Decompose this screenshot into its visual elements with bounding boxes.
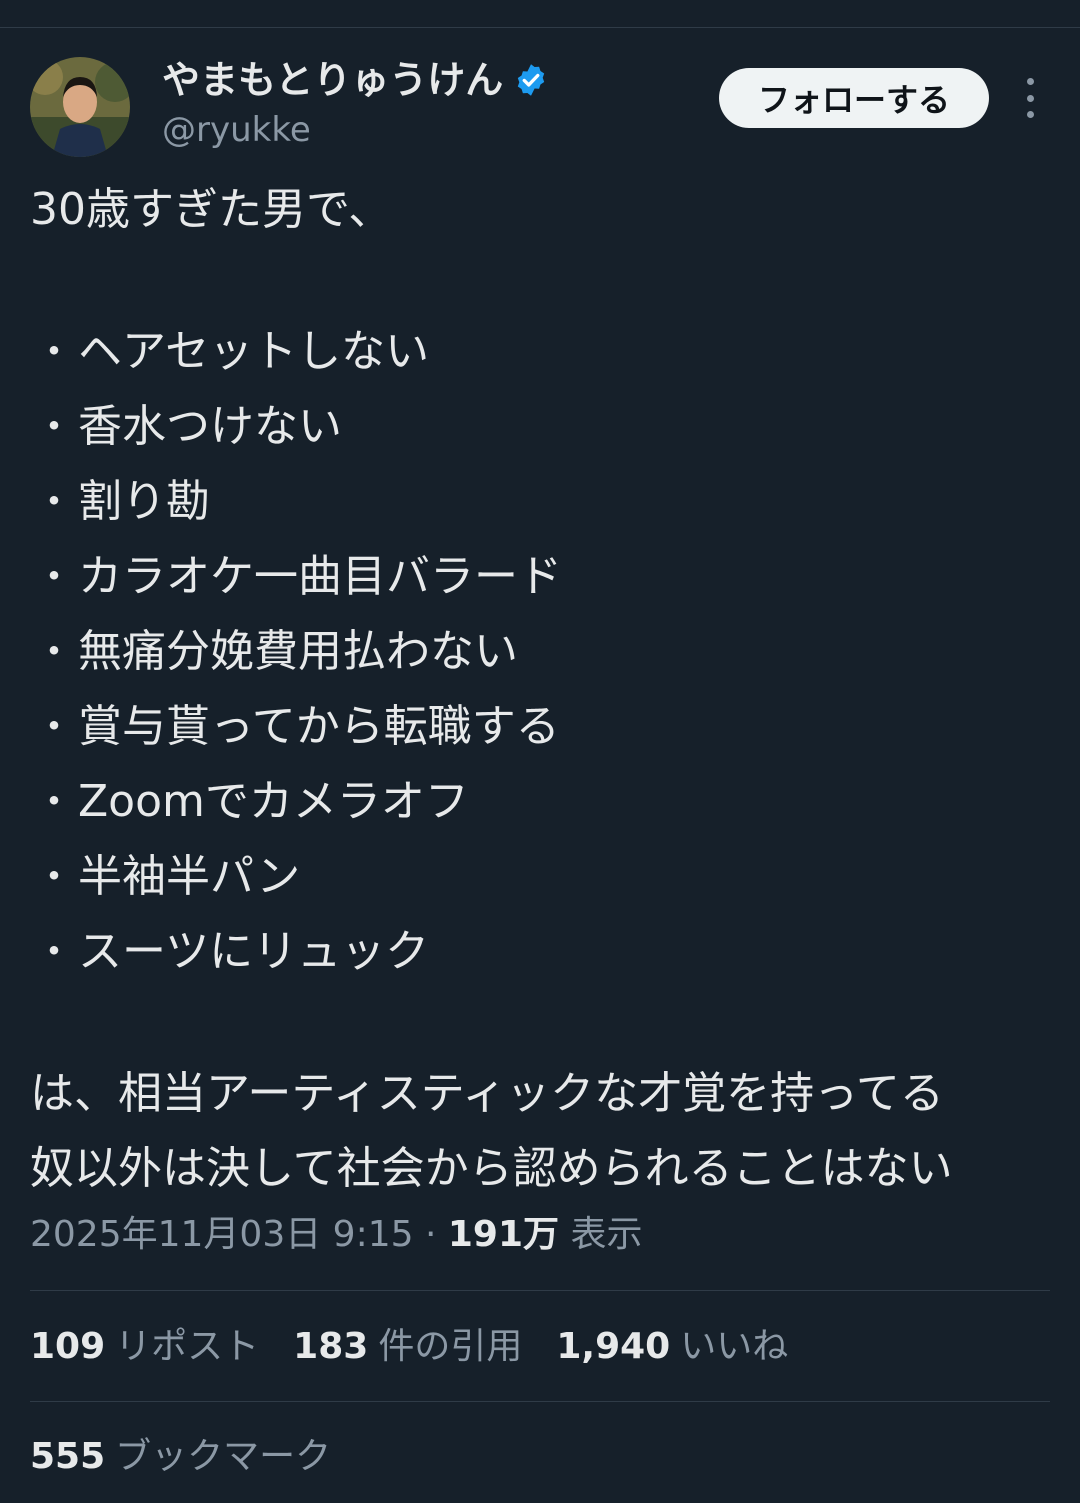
tweet-outro-line: は、相当アーティスティックな才覚を持ってる xyxy=(30,1068,944,1119)
bookmarks-stat[interactable]: 555 ブックマーク xyxy=(30,1432,331,1482)
bullet-marker: ・ xyxy=(34,928,74,975)
bullet-marker: ・ xyxy=(34,553,74,600)
bullet-marker: ・ xyxy=(34,703,74,750)
likes-label: いいね xyxy=(680,1326,789,1367)
list-item: ・ヘアセットしない xyxy=(30,314,562,389)
list-item-text: カラオケ一曲目バラード xyxy=(78,550,562,602)
divider xyxy=(30,1401,1050,1402)
bullet-marker: ・ xyxy=(34,478,74,525)
list-item-text: 半袖半パン xyxy=(78,850,301,902)
list-item: ・ Zoomでカメラオフ xyxy=(30,764,562,839)
list-item-text: 無痛分娩費用払わない xyxy=(78,625,518,677)
tweet-bullet-list: ・ヘアセットしない ・香水つけない ・割り勘 ・カラオケ一曲目バラード ・無痛分… xyxy=(30,314,562,989)
list-item-text: スーツにリュック xyxy=(78,925,430,977)
bookmarks-label: ブックマーク xyxy=(115,1436,332,1477)
top-divider xyxy=(0,27,1080,28)
avatar[interactable] xyxy=(30,57,130,157)
reposts-stat[interactable]: 109 リポスト xyxy=(30,1322,259,1372)
list-item: ・賞与貰ってから転職する xyxy=(30,689,562,764)
verified-badge-icon xyxy=(513,62,549,98)
divider xyxy=(30,1290,1050,1291)
views-count: 191万 xyxy=(447,1214,560,1255)
list-item: ・スーツにリュック xyxy=(30,914,562,989)
tweet-intro-text: 30歳すぎた男で、 xyxy=(30,184,393,235)
author-name-row: やまもとりゅうけん xyxy=(162,56,549,104)
bullet-marker: ・ xyxy=(34,853,74,900)
tweet-outro-line: 奴以外は決して社会から認められることはない xyxy=(30,1143,953,1194)
quotes-stat[interactable]: 183 件の引用 xyxy=(293,1322,522,1372)
likes-count: 1,940 xyxy=(556,1326,671,1367)
meta-separator: · xyxy=(413,1214,448,1255)
avatar-image xyxy=(30,57,130,157)
reposts-label: リポスト xyxy=(115,1326,260,1367)
list-item-text: 賞与貰ってから転職する xyxy=(78,700,560,752)
views-label: 表示 xyxy=(570,1214,643,1255)
author-handle[interactable]: @ryukke xyxy=(162,108,311,152)
list-item-text: 割り勘 xyxy=(78,475,210,527)
author-display-name[interactable]: やまもとりゅうけん xyxy=(162,56,503,104)
bookmarks-count: 555 xyxy=(30,1436,106,1477)
list-item: ・無痛分娩費用払わない xyxy=(30,614,562,689)
quotes-count: 183 xyxy=(293,1326,369,1367)
list-item: ・カラオケ一曲目バラード xyxy=(30,539,562,614)
more-options-icon[interactable] xyxy=(1014,78,1046,118)
bullet-marker: ・ xyxy=(34,778,74,825)
quotes-label: 件の引用 xyxy=(378,1326,523,1367)
list-item-text: 香水つけない xyxy=(78,400,342,452)
list-item: ・半袖半パン xyxy=(30,839,562,914)
bullet-marker: ・ xyxy=(34,403,74,450)
tweet-outro-text: は、相当アーティスティックな才覚を持ってる 奴以外は決して社会から認められること… xyxy=(30,1056,953,1206)
follow-button[interactable]: フォローする xyxy=(719,68,989,128)
bullet-marker: ・ xyxy=(34,328,74,375)
list-item-text: ヘアセットしない xyxy=(78,325,430,377)
list-item: ・香水つけない xyxy=(30,389,562,464)
tweet-timestamp[interactable]: 2025年11月03日 9:15 xyxy=(30,1214,414,1255)
list-item: ・割り勘 xyxy=(30,464,562,539)
likes-stat[interactable]: 1,940 いいね xyxy=(556,1322,788,1372)
engagement-stats: 109 リポスト 183 件の引用 1,940 いいね xyxy=(30,1322,822,1372)
list-item-text: Zoomでカメラオフ xyxy=(78,775,469,827)
tweet-meta: 2025年11月03日 9:15 · 191万 表示 xyxy=(30,1210,643,1260)
reposts-count: 109 xyxy=(30,1326,106,1367)
bullet-marker: ・ xyxy=(34,628,74,675)
